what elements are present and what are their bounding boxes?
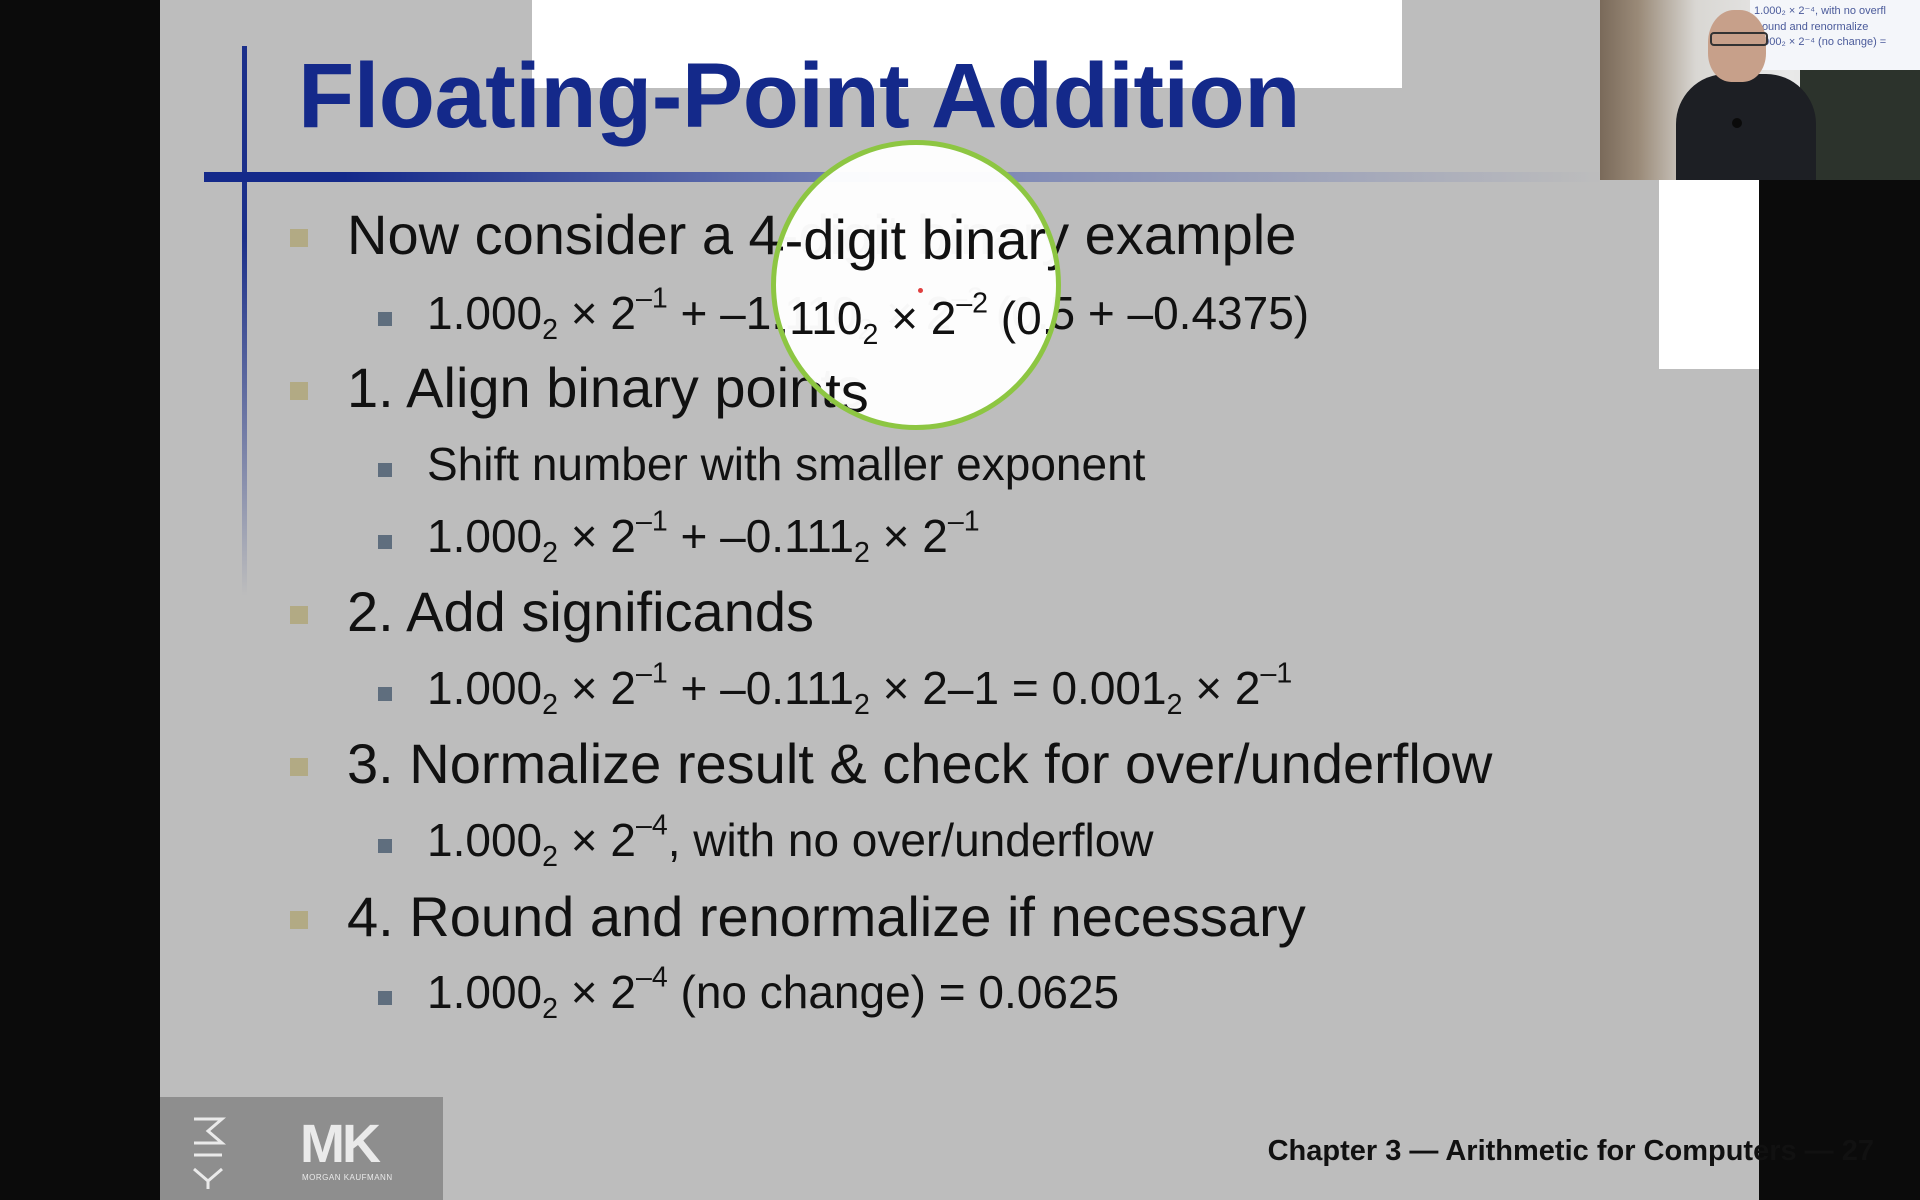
- superscript: –1: [636, 505, 668, 538]
- webcam-overlay[interactable]: 1.000₂ × 2⁻⁴, with no overfl Round and r…: [1600, 0, 1920, 180]
- sub-bullet-text: 1.0002 × 2–4, with no over/underflow: [427, 811, 1154, 871]
- magnifier-content: Floating-Point Addition Now consider a 4…: [776, 145, 1061, 425]
- sub-bullet-text: 1.0002 × 2–1 + –0.1112 × 2–1 = 0.0012 × …: [427, 659, 1292, 719]
- subscript: 2: [542, 688, 558, 721]
- sub-bullet-marker: [378, 535, 392, 549]
- formula-part: 1.000: [427, 814, 543, 866]
- superscript: –4: [636, 809, 668, 842]
- bullet-marker: [290, 606, 308, 624]
- side-panel: [1659, 180, 1759, 369]
- publisher-logo: MK MORGAN KAUFMANN: [160, 1097, 443, 1200]
- subscript: 2: [854, 688, 870, 721]
- subscript: 2: [854, 536, 870, 569]
- screen-line: 1.000₂ × 2⁻⁴, with no overfl: [1754, 5, 1886, 17]
- presenter-body: [1676, 74, 1816, 180]
- glasses-icon: [1710, 32, 1768, 46]
- sub-bullet-text: 1.0002 × 2–1 + –0.1112 × 2–1: [427, 507, 980, 567]
- magnified-slide: Floating-Point Addition Now consider a 4…: [776, 145, 1061, 425]
- bullet-text: 2. Add significands: [347, 580, 814, 643]
- slide-footer: Chapter 3 — Arithmetic for Computers — 2…: [1267, 1135, 1874, 1167]
- slide-title: Floating-Point Addition: [298, 45, 1300, 147]
- formula-part: + –0.111: [667, 662, 855, 714]
- sub-bullet-marker: [378, 312, 392, 326]
- formula-part: 1.000: [427, 510, 543, 562]
- sub-bullet-marker: [378, 839, 392, 853]
- subscript: 2: [542, 992, 558, 1025]
- subscript: 2: [1166, 688, 1183, 721]
- sub-bullet-text: 1.0002 × 2–1 + –1.1102 × 2–2 (0.5 + –0.4…: [776, 289, 1056, 349]
- projector-screen: 1.000₂ × 2⁻⁴, with no overfl Round and r…: [1750, 0, 1920, 70]
- screen-line: 1.000₂ × 2⁻⁴ (no change) =: [1754, 36, 1887, 48]
- formula-part: 1.000: [427, 966, 543, 1018]
- sub-bullet-text: Shift number with smaller exponent: [427, 438, 1146, 490]
- video-frame: Floating-Point Addition Now consider a 4…: [0, 0, 1920, 1200]
- slide-vertical-rule: [242, 46, 247, 596]
- bullet-marker: [290, 229, 308, 247]
- screen-line: Round and renormalize: [1754, 21, 1869, 33]
- formula-part: × 2: [878, 292, 957, 344]
- sub-bullet-marker: [378, 687, 392, 701]
- superscript: –2: [956, 287, 989, 320]
- bullet-marker: [290, 911, 308, 929]
- bullet-text: 3. Normalize result & check for over/und…: [347, 732, 1493, 795]
- formula-part: 1.000: [427, 662, 543, 714]
- bullet-text: 1. Align binary points: [776, 361, 869, 424]
- formula-part: × 2: [869, 510, 948, 562]
- formula-part: , with no over/underflow: [667, 814, 1154, 866]
- formula-part: (no change) = 0.0625: [667, 966, 1120, 1018]
- mk-vertical-logo-icon: [193, 1117, 226, 1189]
- formula-part: 1.000: [427, 287, 543, 339]
- bullet-marker: [290, 758, 308, 776]
- bullet-text: Now consider a 4-digit binary example: [776, 208, 1061, 271]
- bullet-text: 4. Round and renormalize if necessary: [347, 885, 1306, 948]
- formula-part: (0.5 + –0.4375): [1000, 292, 1056, 344]
- magnifier-lens[interactable]: Floating-Point Addition Now consider a 4…: [771, 140, 1061, 430]
- formula-part: × 2: [1182, 662, 1261, 714]
- formula-part: + –1.110: [776, 292, 863, 344]
- formula-part: × 2–1 = 0.001: [869, 662, 1167, 714]
- sub-bullet-text: 1.0002 × 2–4 (no change) = 0.0625: [427, 963, 1120, 1023]
- formula-part: × 2: [557, 662, 636, 714]
- logo-subtext: MORGAN KAUFMANN: [302, 1173, 393, 1182]
- sub-bullet-marker: [378, 463, 392, 477]
- subscript: 2: [862, 318, 879, 351]
- formula-part: + –0.111: [667, 510, 855, 562]
- logo-wordmark: MK: [300, 1114, 381, 1174]
- sub-bullet-marker: [378, 991, 392, 1005]
- formula-part: × 2: [557, 966, 636, 1018]
- superscript: –1: [1260, 657, 1293, 690]
- superscript: –1: [636, 657, 668, 690]
- superscript: –4: [636, 961, 668, 994]
- subscript: 2: [542, 313, 558, 346]
- microphone-icon: [1732, 118, 1742, 128]
- superscript: –1: [636, 282, 668, 315]
- formula-part: × 2: [557, 287, 636, 339]
- chalkboard: [1800, 70, 1920, 180]
- subscript: 2: [542, 536, 558, 569]
- bullet-marker: [290, 382, 308, 400]
- formula-part: × 2: [557, 510, 636, 562]
- superscript: –1: [947, 505, 980, 538]
- presenter-head: [1708, 10, 1766, 82]
- pointer-dot-icon: [918, 288, 923, 293]
- subscript: 2: [542, 840, 558, 873]
- formula-part: × 2: [557, 814, 636, 866]
